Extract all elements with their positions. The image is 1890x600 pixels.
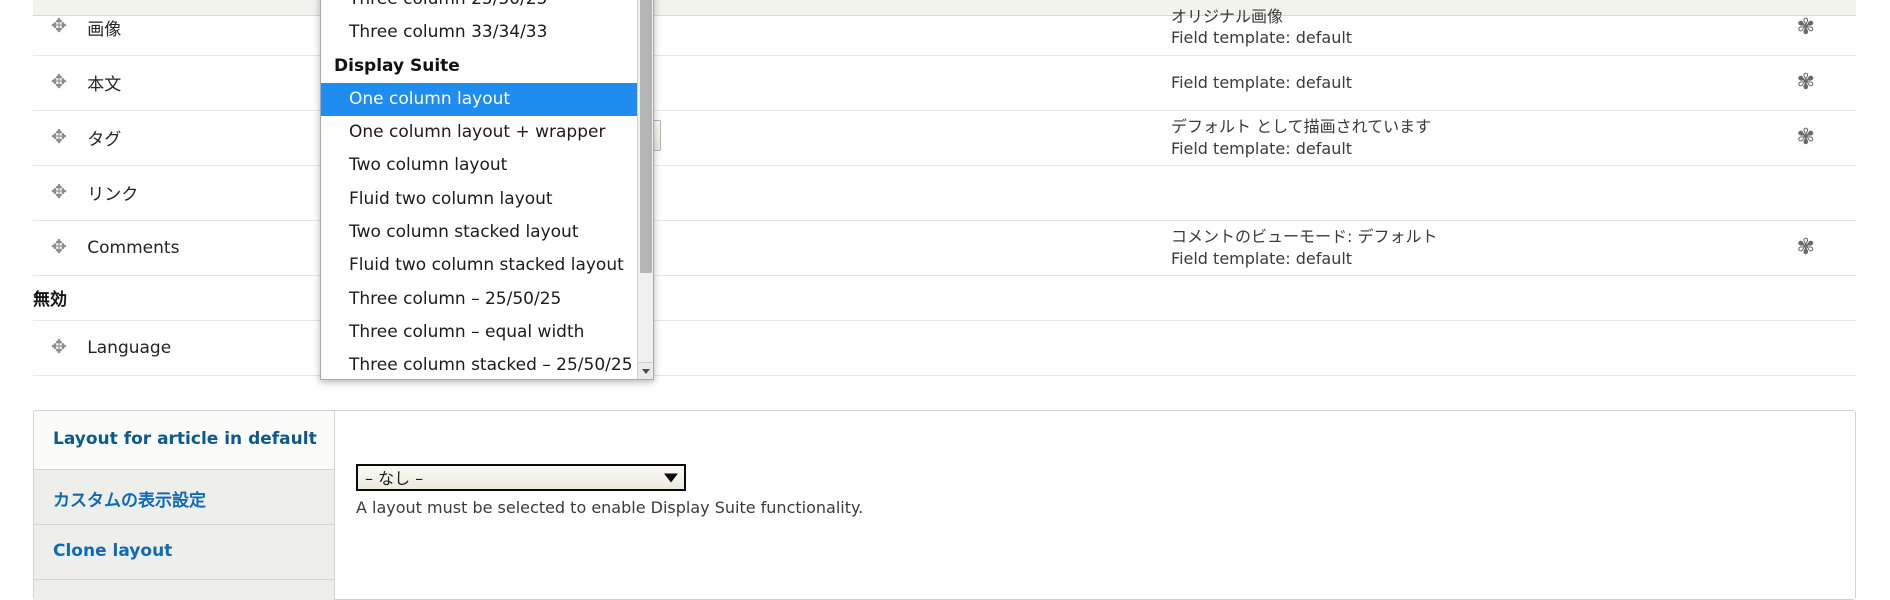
- table-row: ✥タグ上部参照されたエンティティデフォルト として描画されていますField t…: [33, 110, 1856, 166]
- row-summary-cell: Field template: default: [1171, 55, 1756, 111]
- row-settings-cell: ✾: [1755, 110, 1856, 166]
- table-row: ✥本文– 非表示 –デフォルトField template: default✾: [33, 55, 1856, 111]
- gear-icon[interactable]: ✾: [1797, 15, 1815, 40]
- row-settings-cell: ✾: [1755, 55, 1856, 111]
- dropdown-option[interactable]: Two column stacked layout: [321, 216, 639, 249]
- dropdown-option[interactable]: Three column stacked – 25/50/25: [321, 349, 639, 379]
- dropdown-scrollbar[interactable]: [637, 0, 653, 379]
- row-spacer-cell: [816, 220, 1172, 276]
- row-spacer-cell: [816, 55, 1172, 111]
- scrollbar-thumb-icon[interactable]: [640, 0, 652, 273]
- row-label: Language: [87, 337, 172, 358]
- drag-handle-icon[interactable]: ✥: [33, 72, 67, 92]
- row-label-cell: 本文: [87, 55, 340, 111]
- row-spacer-cell: [816, 165, 1172, 221]
- dropdown-option[interactable]: Three column 25/50/25: [321, 0, 639, 16]
- dropdown-option[interactable]: Fluid two column layout: [321, 183, 639, 216]
- region-header-row: 無効: [33, 275, 1856, 321]
- row-settings-cell: ✾: [1755, 0, 1856, 56]
- drag-handle-icon[interactable]: ✥: [33, 127, 67, 147]
- dropdown-option-list: Three column 25/50/25Three column 33/34/…: [321, 0, 639, 379]
- row-drag-cell: ✥: [33, 320, 88, 376]
- layout-panel-body: – なし – A layout must be selected to enab…: [334, 411, 1855, 599]
- row-label: タグ: [87, 130, 122, 150]
- drag-handle-icon[interactable]: ✥: [33, 237, 67, 257]
- drag-handle-icon[interactable]: ✥: [33, 337, 67, 357]
- row-label: 本文: [87, 75, 122, 95]
- layout-panel-title: Layout for article in default: [53, 429, 317, 449]
- row-label-cell: Language: [87, 320, 340, 376]
- row-summary-line-2: Field template: default: [1171, 28, 1353, 48]
- row-drag-cell: ✥: [33, 55, 88, 111]
- row-label-cell: タグ: [87, 110, 340, 166]
- row-summary-line-1: オリジナル画像: [1171, 7, 1284, 27]
- row-settings-cell: [1755, 165, 1856, 221]
- dropdown-option[interactable]: Three column – equal width: [321, 316, 639, 349]
- row-summary-line-1: デフォルト として描画されています: [1171, 117, 1432, 137]
- row-settings-cell: [1755, 320, 1856, 376]
- gear-icon[interactable]: ✾: [1797, 235, 1815, 260]
- row-drag-cell: ✥: [33, 110, 88, 166]
- row-label: Comments: [87, 237, 180, 258]
- layout-select-value: – なし –: [365, 469, 424, 488]
- row-label: リンク: [87, 185, 139, 205]
- drag-handle-icon[interactable]: ✥: [33, 17, 67, 36]
- row-summary: オリジナル画像 Field template: default: [1171, 6, 1756, 48]
- page-root: ✥画像– 非表示 –オリジナル画像Field template: default…: [0, 0, 1890, 600]
- row-summary: コメントのビューモード: デフォルト Field template: defaul…: [1171, 226, 1756, 268]
- row-summary: Field template: default: [1171, 72, 1756, 93]
- row-drag-cell: ✥: [33, 0, 88, 56]
- row-label-cell: リンク: [87, 165, 340, 221]
- row-summary-line-1: コメントのビューモード: デフォルト: [1171, 227, 1438, 247]
- row-label: 画像: [87, 19, 122, 40]
- dropdown-option[interactable]: Fluid two column stacked layout: [321, 249, 639, 282]
- row-label-cell: 画像: [87, 0, 340, 56]
- table-row: ✥ リンク: [33, 165, 1856, 221]
- row-spacer-cell: [816, 110, 1172, 166]
- region-disabled-label: 無効: [33, 275, 1856, 321]
- row-summary-line-2: Field template: default: [1171, 138, 1353, 158]
- chevron-down-icon: [664, 473, 678, 482]
- layout-select[interactable]: – なし –: [356, 464, 686, 491]
- row-settings-cell: ✾: [1755, 220, 1856, 276]
- dropdown-option[interactable]: Three column 33/34/33: [321, 16, 639, 49]
- layout-panel: Layout for article in default カスタムの表示設定 …: [33, 410, 1856, 600]
- row-label-cell: Comments: [87, 220, 340, 276]
- row-summary-cell: オリジナル画像 Field template: default: [1171, 0, 1756, 56]
- row-drag-cell: ✥: [33, 220, 88, 276]
- layout-vertical-tabs: Layout for article in default カスタムの表示設定 …: [34, 411, 334, 600]
- tab-custom-display-settings[interactable]: カスタムの表示設定: [34, 469, 334, 524]
- row-summary-cell: コメントのビューモード: デフォルト Field template: defaul…: [1171, 220, 1756, 276]
- table-row: ✥Language上部Language: [33, 320, 1856, 376]
- table-row: ✥Comments上部コメントリストコメントのビューモード: デフォルトFiel…: [33, 220, 1856, 276]
- gear-icon[interactable]: ✾: [1797, 70, 1815, 95]
- vtab-filler: [34, 579, 334, 600]
- row-summary-cell: [1171, 320, 1756, 376]
- gear-icon[interactable]: ✾: [1797, 125, 1815, 150]
- row-spacer-cell: [816, 0, 1172, 56]
- row-summary-line-2: Field template: default: [1171, 72, 1353, 92]
- drag-handle-icon[interactable]: ✥: [33, 182, 67, 202]
- row-summary-cell: デフォルト として描画されています Field template: default: [1171, 110, 1756, 166]
- dropdown-option[interactable]: Three column – 25/50/25: [321, 283, 639, 316]
- row-summary-cell: [1171, 165, 1756, 221]
- row-spacer-cell: [816, 320, 1172, 376]
- dropdown-group-label: Display Suite: [334, 55, 460, 76]
- layout-help-text: A layout must be selected to enable Disp…: [356, 498, 864, 517]
- dropdown-option[interactable]: One column layout + wrapper: [321, 116, 639, 149]
- scroll-down-arrow-icon[interactable]: [638, 362, 653, 379]
- table-row: ✥画像– 非表示 –オリジナル画像Field template: default…: [33, 0, 1856, 56]
- field-display-table: ✥画像– 非表示 –オリジナル画像Field template: default…: [33, 0, 1856, 376]
- row-drag-cell: ✥: [33, 165, 88, 221]
- dropdown-option[interactable]: One column layout: [321, 82, 639, 117]
- dropdown-option[interactable]: Two column layout: [321, 149, 639, 182]
- layout-dropdown-popup[interactable]: Three column 25/50/25Three column 33/34/…: [320, 0, 654, 380]
- row-summary: デフォルト として描画されています Field template: default: [1171, 116, 1756, 158]
- tab-clone-layout[interactable]: Clone layout: [34, 524, 334, 579]
- row-summary-line-2: Field template: default: [1171, 248, 1353, 268]
